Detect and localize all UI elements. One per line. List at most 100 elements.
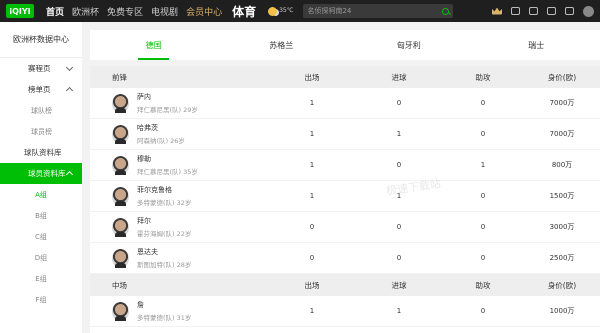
player-goals: 0	[396, 99, 402, 107]
player-club-age: 斯图加特(队) 28岁	[137, 259, 191, 269]
history-icon[interactable]	[547, 7, 556, 15]
nav-euro[interactable]: 欧洲杯	[72, 5, 99, 18]
sidebar-sub-team-rank[interactable]: 球队榜	[0, 100, 82, 121]
sidebar-item-player-db[interactable]: 球员资料库	[0, 163, 82, 184]
sidebar-item-rankings[interactable]: 榜单页	[0, 79, 82, 100]
table-header-forwards: 前锋 出场 进球 助攻 身价(欧)	[90, 66, 600, 88]
sidebar-group-a[interactable]: A组	[0, 184, 82, 205]
search-icon[interactable]	[442, 7, 450, 15]
nav-tv[interactable]: 电视剧	[151, 5, 178, 18]
player-name[interactable]: 穆勒	[137, 154, 198, 164]
iqiyi-logo[interactable]: iQIYI	[6, 4, 34, 18]
player-cell: 拜尔 霍芬海姆(队) 22岁	[90, 216, 268, 238]
nav-free[interactable]: 免费专区	[107, 5, 143, 18]
player-avatar[interactable]	[112, 301, 129, 321]
player-age: 32岁	[176, 199, 192, 207]
player-name[interactable]: 哈弗茨	[137, 123, 185, 133]
search-input[interactable]: 名侦探柯南24	[303, 4, 454, 18]
main-nav: 首页 欧洲杯 免费专区 电视剧 会员中心 体育	[46, 3, 256, 20]
player-age: 22岁	[176, 230, 192, 238]
weather-widget[interactable]: 35℃	[268, 6, 293, 16]
player-assists: 1	[480, 161, 486, 169]
table-row[interactable]: 拜尔 霍芬海姆(队) 22岁 0 0 0 3000万	[90, 212, 600, 243]
message-icon[interactable]	[565, 7, 574, 15]
player-avatar[interactable]	[112, 248, 129, 268]
sidebar-item-label: 球员资料库	[28, 169, 66, 178]
forward-rows: 萨内拜仁慕尼黑(队) 29岁 1 0 0 7000万 哈弗茨 阿森纳(队) 26岁 1 1 0 70…	[90, 88, 600, 274]
team-tabs: 德国 苏格兰 匈牙利 瑞士	[90, 30, 600, 60]
table-row[interactable]: 萨内 拜仁慕尼黑(队) 29岁 1 0 0 7000万	[90, 88, 600, 119]
player-club-age: 多特蒙德(队) 32岁	[137, 197, 191, 207]
table-row[interactable]: 菲尔克鲁格 多特蒙德(队) 32岁 1 1 0 1500万	[90, 181, 600, 212]
user-avatar[interactable]	[583, 5, 594, 17]
player-name[interactable]: 詹	[137, 300, 191, 310]
player-name[interactable]: 萨内	[137, 92, 198, 102]
nav-home[interactable]: 首页	[46, 5, 64, 18]
player-apps: 1	[309, 161, 315, 169]
col-goals: 进球	[391, 280, 407, 290]
player-avatar[interactable]	[112, 93, 129, 113]
col-value: 身价(欧)	[547, 72, 577, 82]
player-club: 多特蒙德(队)	[137, 314, 175, 322]
player-goals: 1	[396, 192, 402, 200]
player-assists: 0	[480, 99, 486, 107]
sidebar-item-label: 赛程页	[28, 64, 51, 73]
player-table: 前锋 出场 进球 助攻 身价(欧) 萨内拜仁慕尼黑(队) 29岁 1 0 0 7000万…	[90, 66, 600, 333]
player-name[interactable]: 菲尔克鲁格	[137, 185, 191, 195]
sidebar-item-team-db[interactable]: 球队资料库	[0, 142, 82, 163]
player-assists: 0	[480, 223, 486, 231]
tab-germany[interactable]: 德国	[90, 30, 218, 60]
player-age: 35岁	[183, 168, 198, 176]
player-avatar[interactable]	[112, 186, 129, 206]
tab-hungary[interactable]: 匈牙利	[345, 30, 473, 60]
tab-switzerland[interactable]: 瑞士	[473, 30, 600, 60]
weather-sun-icon	[268, 6, 278, 16]
player-value: 3000万	[549, 223, 575, 231]
player-apps: 1	[309, 192, 315, 200]
nav-vip[interactable]: 会员中心	[186, 5, 222, 18]
col-position: 中场	[112, 280, 127, 290]
sidebar-group-f[interactable]: F组	[0, 289, 82, 310]
sidebar-item-schedule[interactable]: 赛程页	[0, 58, 82, 79]
sidebar-group-e[interactable]: E组	[0, 268, 82, 289]
player-cell: 恩达夫斯图加特(队) 28岁	[90, 247, 268, 269]
top-nav-bar: iQIYI 首页 欧洲杯 免费专区 电视剧 会员中心 体育 35℃ 名侦探柯南2…	[0, 0, 600, 22]
player-value: 800万	[551, 161, 573, 169]
sidebar-sub-player-rank[interactable]: 球员榜	[0, 121, 82, 142]
player-club-age: 多特蒙德(队) 31岁	[137, 312, 191, 322]
tab-scotland[interactable]: 苏格兰	[218, 30, 346, 60]
table-row[interactable]: 恩达夫 斯图加特(队) 28岁 0 0 0 2500万	[90, 243, 600, 274]
player-info: 詹多特蒙德(队) 31岁	[137, 300, 191, 322]
midfielder-rows: 詹多特蒙德(队) 31岁 1 1 0 1000万	[90, 296, 600, 327]
player-apps: 0	[309, 254, 315, 262]
player-club-age: 拜仁慕尼黑(队) 29岁	[137, 104, 198, 114]
player-apps: 0	[309, 223, 315, 231]
chevron-up-icon	[65, 86, 74, 95]
col-apps: 出场	[304, 280, 320, 290]
player-cell: 萨内拜仁慕尼黑(队) 29岁	[90, 92, 268, 114]
player-avatar[interactable]	[112, 217, 129, 237]
player-info: 拜尔 霍芬海姆(队) 22岁	[137, 216, 191, 238]
table-row[interactable]: 哈弗茨 阿森纳(队) 26岁 1 1 0 7000万	[90, 119, 600, 150]
player-value: 7000万	[549, 130, 575, 138]
player-avatar[interactable]	[112, 124, 129, 144]
player-name[interactable]: 恩达夫	[137, 247, 191, 257]
player-assists: 0	[480, 307, 486, 315]
sidebar-group-d[interactable]: D组	[0, 247, 82, 268]
sidebar-group-c[interactable]: C组	[0, 226, 82, 247]
player-avatar[interactable]	[112, 155, 129, 175]
vip-crown-icon[interactable]	[492, 7, 502, 15]
table-row[interactable]: 詹多特蒙德(队) 31岁 1 1 0 1000万	[90, 296, 600, 327]
player-goals: 0	[396, 223, 402, 231]
sidebar-group-b[interactable]: B组	[0, 205, 82, 226]
upload-icon[interactable]	[529, 7, 538, 15]
player-name[interactable]: 拜尔	[137, 216, 191, 226]
nav-sports[interactable]: 体育	[232, 3, 256, 20]
player-age: 31岁	[176, 314, 192, 322]
player-info: 菲尔克鲁格多特蒙德(队) 32岁	[137, 185, 191, 207]
table-row[interactable]: 穆勒 拜仁慕尼黑(队) 35岁 1 0 1 800万	[90, 150, 600, 181]
player-apps: 1	[309, 99, 315, 107]
game-icon[interactable]	[511, 7, 520, 15]
player-apps: 1	[309, 130, 315, 138]
player-info: 恩达夫斯图加特(队) 28岁	[137, 247, 191, 269]
